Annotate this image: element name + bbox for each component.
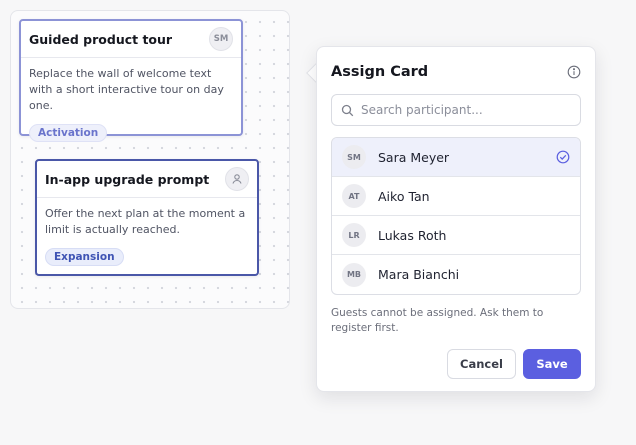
check-circle-icon [556,150,570,164]
avatar: AT [342,184,366,208]
card-assignee-avatar[interactable]: SM [209,27,233,51]
avatar: MB [342,262,366,287]
participant-row-lukas-roth[interactable]: LR Lukas Roth [332,216,580,255]
card-description: Replace the wall of welcome text with a … [29,67,224,112]
search-input[interactable] [361,103,571,117]
cancel-button[interactable]: Cancel [447,349,516,379]
search-field[interactable] [331,94,581,126]
participant-name: Sara Meyer [378,149,450,165]
participant-name: Aiko Tan [378,188,430,204]
card-description: Offer the next plan at the moment a limi… [45,207,246,236]
participant-row-mara-bianchi[interactable]: MB Mara Bianchi [332,255,580,294]
card-title: In-app upgrade prompt [45,171,210,187]
popover-title: Assign Card [331,64,429,80]
save-button[interactable]: Save [523,349,581,379]
card-header: Guided product tour SM [21,21,241,58]
participant-list: SM Sara Meyer AT Aiko Tan LR Lukas Roth … [331,137,581,295]
info-icon[interactable] [567,65,581,79]
participant-name: Lukas Roth [378,227,447,243]
participant-row-aiko-tan[interactable]: AT Aiko Tan [332,177,580,216]
participant-name: Mara Bianchi [378,267,460,282]
avatar: LR [342,223,366,247]
card-title: Guided product tour [29,31,173,47]
card-tag[interactable]: Activation [29,124,108,142]
avatar: SM [342,145,366,169]
assign-card-popover: Assign Card SM Sara Meyer AT Aiko Tan LR… [316,46,596,392]
user-icon [232,174,242,184]
card-body: Offer the next plan at the moment a limi… [37,198,257,266]
card-in-app-upgrade-prompt[interactable]: In-app upgrade prompt Offer the next pla… [35,159,259,276]
search-icon [341,104,354,116]
card-body: Replace the wall of welcome text with a … [21,58,241,142]
assign-user-button[interactable] [225,167,249,191]
guest-note: Guests cannot be assigned. Ask them to r… [331,307,544,334]
card-tag[interactable]: Expansion [45,248,124,266]
participant-row-sara-meyer[interactable]: SM Sara Meyer [332,138,580,177]
card-guided-product-tour[interactable]: Guided product tour SM Replace the wall … [19,19,243,142]
card-header: In-app upgrade prompt [37,161,257,198]
